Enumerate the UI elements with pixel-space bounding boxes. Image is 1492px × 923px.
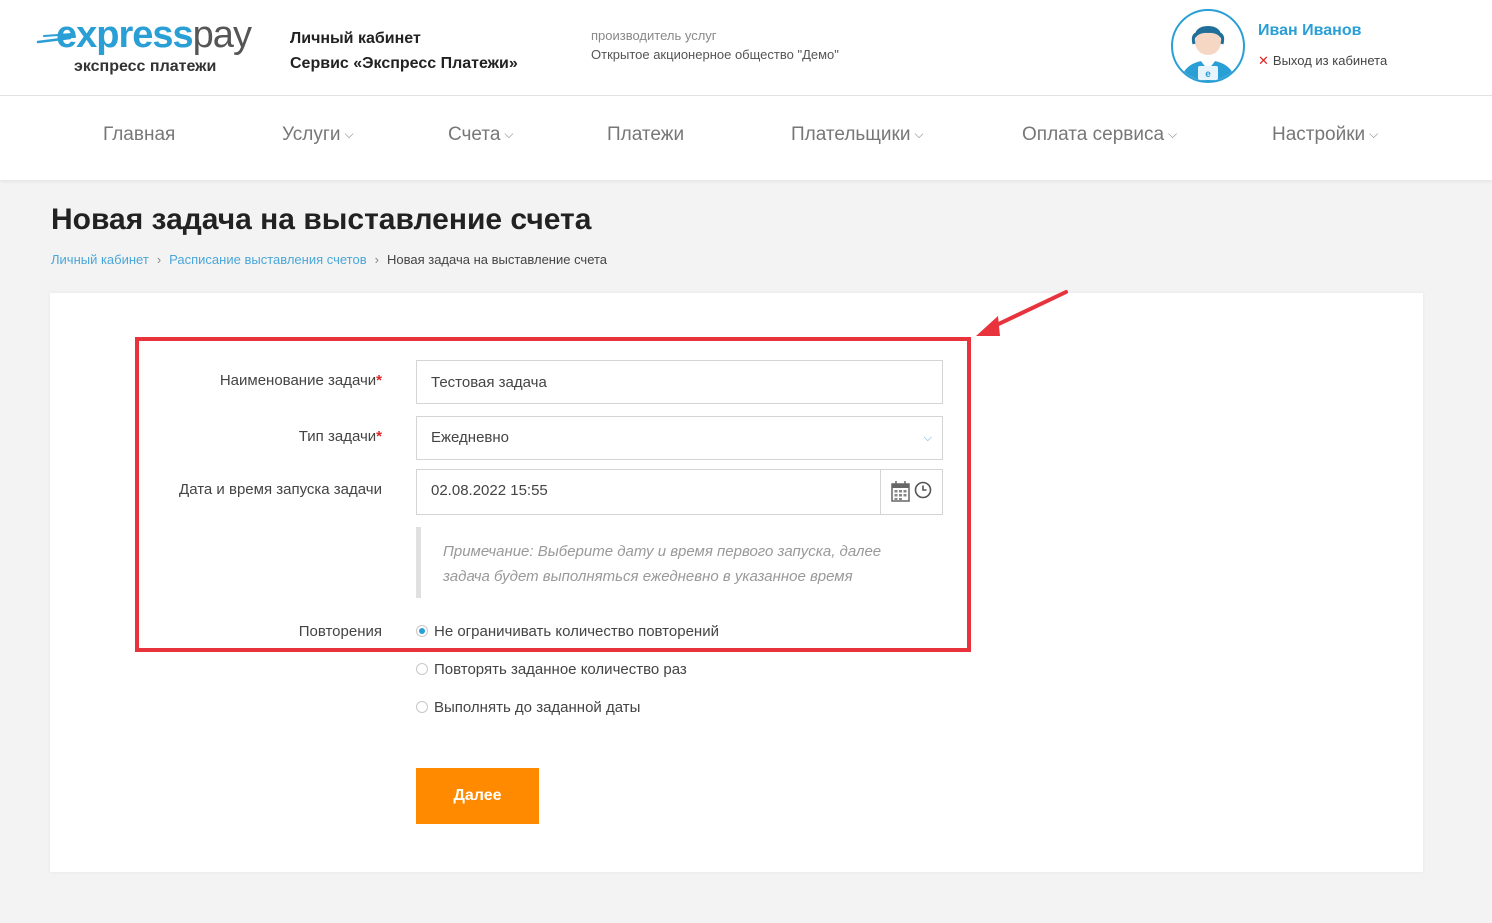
chevron-down-icon: ⌵: [344, 127, 354, 141]
provider-name: Открытое акционерное общество "Демо": [591, 47, 839, 62]
chevron-down-icon: ⌵: [1369, 127, 1379, 141]
repeat-label: Повторения: [298, 623, 382, 640]
nav-item-home[interactable]: Главная: [103, 124, 175, 146]
task-type-label: Тип задачи*: [298, 428, 382, 445]
radio-unchecked-icon: [416, 663, 428, 675]
cabinet-line-2: Сервис «Экспресс Платежи»: [290, 55, 518, 72]
nav-item-label: Услуги: [282, 124, 341, 145]
radio-unchecked-icon: [416, 701, 428, 713]
breadcrumb-separator-icon: ›: [156, 252, 162, 267]
main-nav: Главная Услуги ⌵ Счета ⌵ Платежи Плательщи…: [0, 96, 1492, 180]
repeat-option-count[interactable]: Повторять заданное количество раз: [416, 661, 687, 678]
expresspay-logo[interactable]: expresspay экспресс платежи: [36, 14, 266, 84]
nav-item-label: Главная: [103, 124, 176, 145]
required-mark: *: [376, 372, 382, 389]
start-datetime-input[interactable]: 02.08.2022 15:55: [416, 469, 943, 515]
note-callout: Примечание: Выберите дату и время первог…: [416, 527, 943, 598]
note-line-2: задача будет выполняться ежедневно в ука…: [443, 568, 853, 585]
logout-label: Выход из кабинета: [1272, 53, 1388, 68]
nav-item-label: Платежи: [607, 124, 685, 145]
repeat-option-label: Выполнять до заданной даты: [434, 699, 641, 716]
task-type-value: Ежедневно: [431, 429, 510, 446]
nav-item-settings[interactable]: Настройки ⌵: [1272, 124, 1378, 146]
start-datetime-label: Дата и время запуска задачи: [179, 481, 382, 498]
repeat-option-label: Не ограничивать количество повторений: [434, 623, 719, 640]
provider-info: производитель услуг Открытое акционерное…: [591, 26, 839, 64]
provider-label: производитель услуг: [591, 28, 717, 43]
nav-item-label: Плательщики: [791, 124, 911, 145]
breadcrumb-current: Новая задача на выставление счета: [386, 252, 608, 267]
nav-item-label: Настройки: [1272, 124, 1366, 145]
breadcrumb-schedule[interactable]: Расписание выставления счетов: [169, 252, 366, 267]
task-type-select[interactable]: Ежедневно ⌵: [416, 416, 943, 460]
nav-item-label: Счета: [448, 124, 501, 145]
datetime-picker-button[interactable]: [880, 470, 942, 514]
next-button[interactable]: Далее: [416, 768, 539, 824]
chevron-down-icon: ⌵: [923, 432, 932, 444]
required-mark: *: [376, 428, 382, 445]
task-name-label: Наименование задачи*: [219, 372, 382, 389]
breadcrumb: Личный кабинет › Расписание выставления сч…: [51, 252, 607, 267]
breadcrumb-separator-icon: ›: [374, 252, 379, 267]
repeat-option-label: Повторять заданное количество раз: [434, 661, 687, 678]
calendar-icon: [891, 481, 910, 502]
cabinet-line-1: Личный кабинет: [290, 30, 421, 47]
nav-item-label: Оплата сервиса: [1022, 124, 1165, 145]
user-avatar-icon[interactable]: e: [1170, 8, 1246, 84]
close-icon: ✕: [1258, 53, 1269, 68]
chevron-down-icon: ⌵: [504, 127, 514, 141]
logo-subtitle: экспресс платежи: [74, 58, 217, 75]
nav-item-payers[interactable]: Плательщики ⌵: [791, 124, 924, 146]
repeat-option-unlimited[interactable]: Не ограничивать количество повторений: [416, 623, 719, 640]
breadcrumb-cabinet[interactable]: Личный кабинет: [51, 252, 149, 267]
chevron-down-icon: ⌵: [914, 127, 924, 141]
logout-link[interactable]: ✕ Выход из кабинета: [1258, 53, 1387, 69]
user-name[interactable]: Иван Иванов: [1258, 22, 1361, 40]
note-line-1: Примечание: Выберите дату и время первог…: [443, 543, 882, 560]
nav-item-services[interactable]: Услуги ⌵: [282, 124, 354, 146]
start-datetime-value: 02.08.2022 15:55: [431, 482, 548, 499]
logo-wordmark: expresspay: [56, 14, 252, 56]
task-name-input[interactable]: [416, 360, 943, 404]
nav-item-payments[interactable]: Платежи: [607, 124, 684, 146]
nav-item-service-payment[interactable]: Оплата сервиса ⌵: [1022, 124, 1177, 146]
svg-text:e: e: [1205, 69, 1211, 80]
repeat-option-until-date[interactable]: Выполнять до заданной даты: [416, 699, 640, 716]
clock-icon: [914, 481, 932, 499]
page-title: Новая задача на выставление счета: [51, 203, 592, 236]
header: expresspay экспресс платежи Личный кабин…: [0, 0, 1492, 96]
radio-checked-icon: [416, 625, 428, 637]
chevron-down-icon: ⌵: [1168, 127, 1178, 141]
cabinet-title: Личный кабинет Сервис «Экспресс Платежи»: [290, 26, 518, 76]
nav-item-invoices[interactable]: Счета ⌵: [448, 124, 514, 146]
